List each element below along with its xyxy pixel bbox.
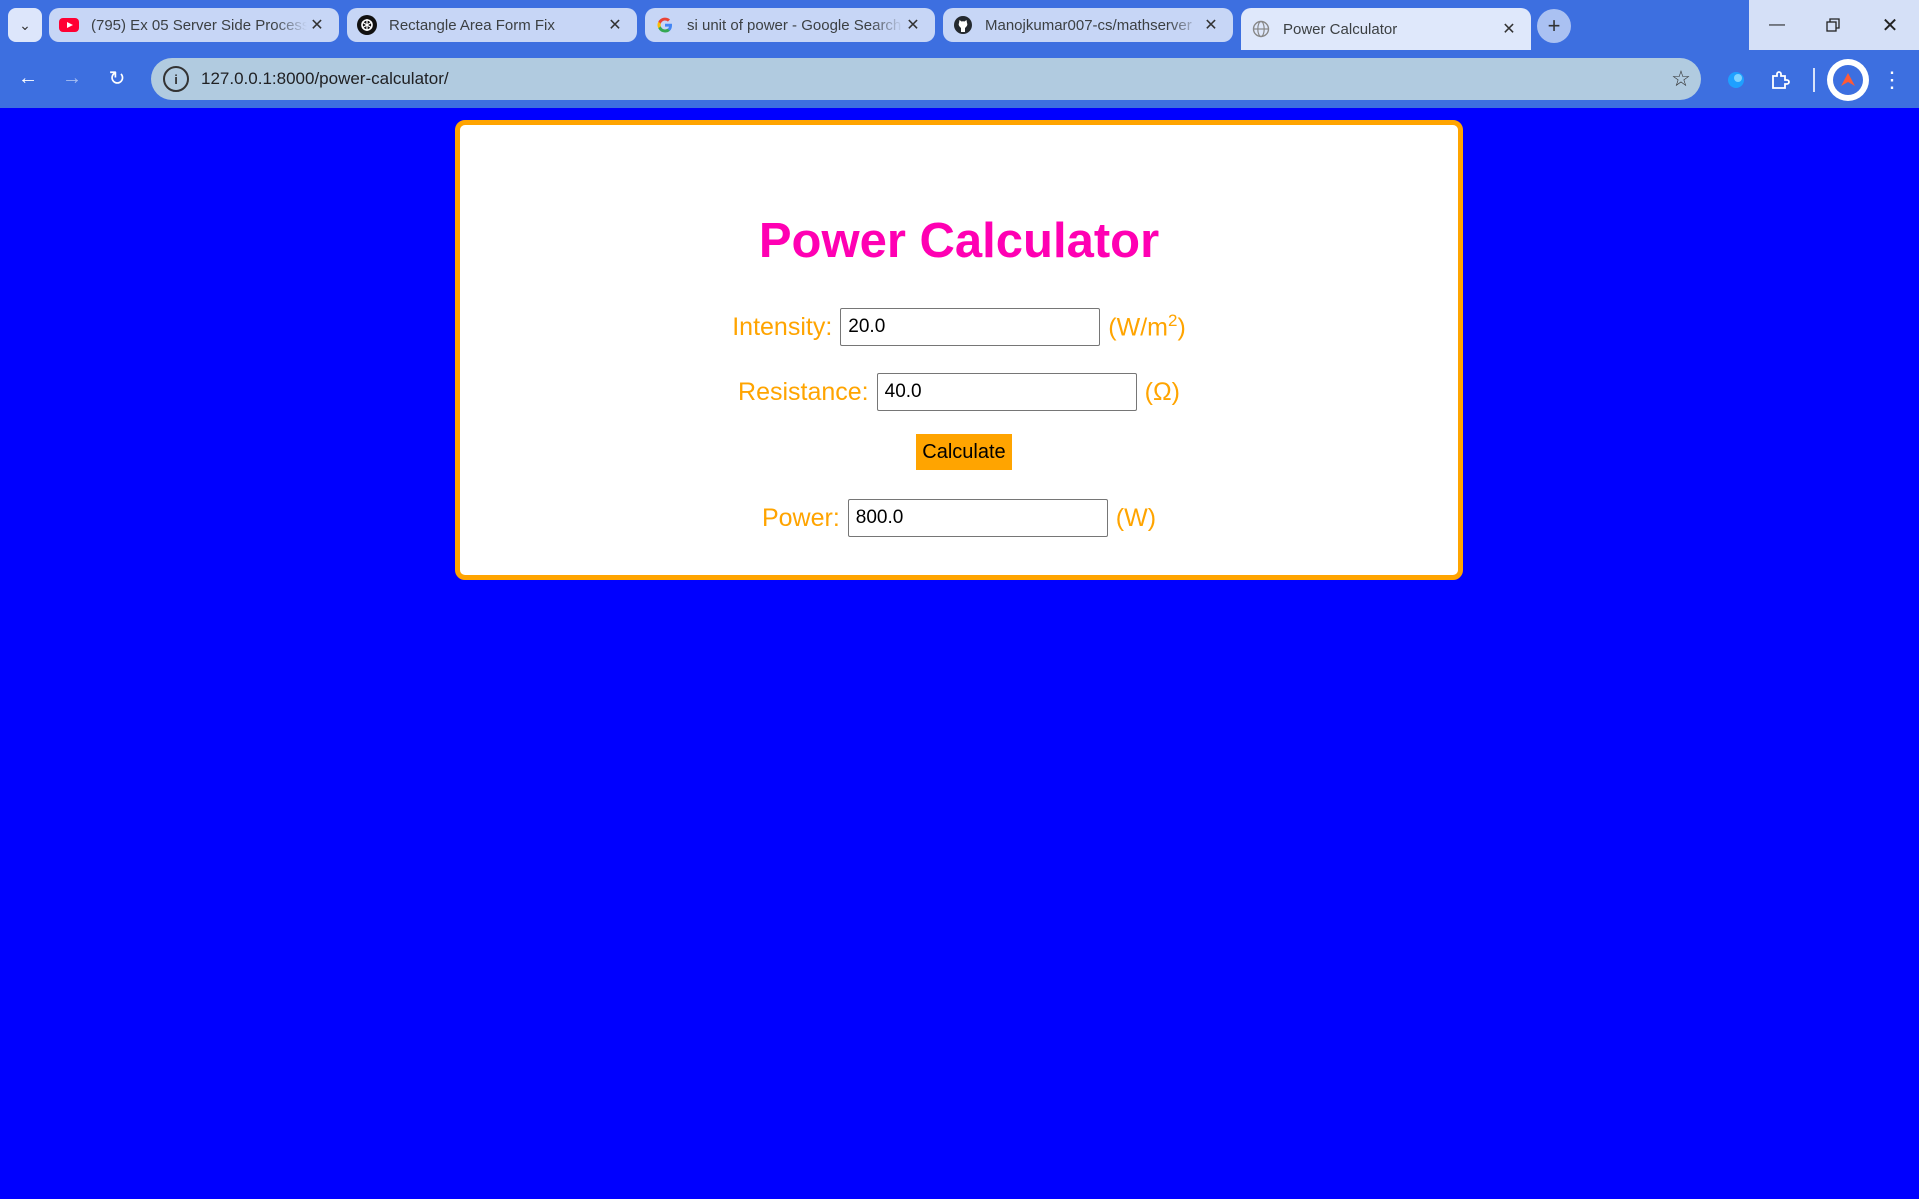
intensity-unit: (W/m2) xyxy=(1108,311,1186,342)
avatar-icon xyxy=(1833,65,1863,95)
tab-chatgpt[interactable]: Rectangle Area Form Fix ✕ xyxy=(347,8,637,42)
intensity-input[interactable] xyxy=(840,308,1101,346)
resistance-unit: (Ω) xyxy=(1144,377,1180,406)
reload-button[interactable]: ↻ xyxy=(97,58,137,98)
close-icon[interactable]: ✕ xyxy=(605,15,625,35)
close-icon[interactable]: ✕ xyxy=(903,15,923,35)
restore-button[interactable] xyxy=(1805,0,1861,50)
youtube-icon xyxy=(59,15,79,35)
power-unit: (W) xyxy=(1115,503,1157,532)
resistance-label: Resistance: xyxy=(738,377,869,406)
profile-avatar[interactable] xyxy=(1827,59,1869,101)
power-row: Power: (W) xyxy=(460,499,1458,537)
puzzle-icon[interactable] xyxy=(1763,62,1799,98)
close-icon: ✕ xyxy=(1881,14,1899,37)
intensity-row: Intensity: (W/m2) xyxy=(460,308,1458,346)
back-button[interactable]: ← xyxy=(8,58,48,98)
close-icon[interactable]: ✕ xyxy=(307,15,327,35)
github-icon xyxy=(953,15,973,35)
close-window-button[interactable]: ✕ xyxy=(1862,0,1918,50)
resistance-row: Resistance: (Ω) xyxy=(460,373,1458,411)
tab-title: si unit of power - Google Search xyxy=(687,16,902,34)
google-icon xyxy=(655,15,675,35)
page-title: Power Calculator xyxy=(758,214,1160,268)
close-icon[interactable]: ✕ xyxy=(1201,15,1221,35)
toolbar-separator xyxy=(1813,68,1815,92)
chatgpt-icon xyxy=(357,15,377,35)
url-text[interactable]: 127.0.0.1:8000/power-calculator/ xyxy=(201,69,1661,89)
chevron-down-icon: ⌄ xyxy=(19,16,31,33)
new-tab-button[interactable]: + xyxy=(1537,9,1571,43)
tab-strip: ⌄ (795) Ex 05 Server Side Processi ✕ Rec… xyxy=(0,0,1919,50)
tab-youtube[interactable]: (795) Ex 05 Server Side Processi ✕ xyxy=(49,8,339,42)
minimize-button[interactable]: — xyxy=(1749,0,1805,50)
browser-toolbar: ← → ↻ i 127.0.0.1:8000/power-calculator/… xyxy=(0,50,1919,108)
arrow-left-icon: ← xyxy=(18,66,38,89)
tab-title: Manojkumar007-cs/mathserver xyxy=(985,16,1192,34)
forward-button[interactable]: → xyxy=(52,58,92,98)
arrow-right-icon: → xyxy=(62,66,82,89)
tab-power-calculator[interactable]: Power Calculator ✕ xyxy=(1241,8,1531,50)
resistance-input[interactable] xyxy=(876,373,1137,411)
plus-icon: + xyxy=(1547,13,1561,38)
calculator-card: Power Calculator Intensity: (W/m2) Resis… xyxy=(455,120,1463,580)
close-icon[interactable]: ✕ xyxy=(1499,19,1519,39)
address-bar[interactable]: i 127.0.0.1:8000/power-calculator/ ☆ xyxy=(151,58,1701,100)
extension-icon[interactable] xyxy=(1718,62,1754,98)
menu-icon[interactable]: ⋮ xyxy=(1874,62,1910,98)
power-output[interactable] xyxy=(847,499,1108,537)
tab-title: Rectangle Area Form Fix xyxy=(389,16,555,34)
tab-title: (795) Ex 05 Server Side Processi xyxy=(91,16,307,34)
tab-search-button[interactable]: ⌄ xyxy=(8,8,42,42)
tab-google[interactable]: si unit of power - Google Search ✕ xyxy=(645,8,935,42)
tab-github[interactable]: Manojkumar007-cs/mathserver ✕ xyxy=(943,8,1233,42)
tab-title: Power Calculator xyxy=(1283,20,1398,38)
calculate-button[interactable]: Calculate xyxy=(916,434,1012,470)
restore-icon xyxy=(1826,18,1840,32)
reload-icon: ↻ xyxy=(108,67,126,90)
power-label: Power: xyxy=(761,503,840,532)
minimize-icon: — xyxy=(1769,16,1785,33)
intensity-label: Intensity: xyxy=(732,312,833,341)
info-icon[interactable]: i xyxy=(163,66,189,92)
globe-icon xyxy=(1251,19,1271,39)
star-icon[interactable]: ☆ xyxy=(1661,66,1701,92)
